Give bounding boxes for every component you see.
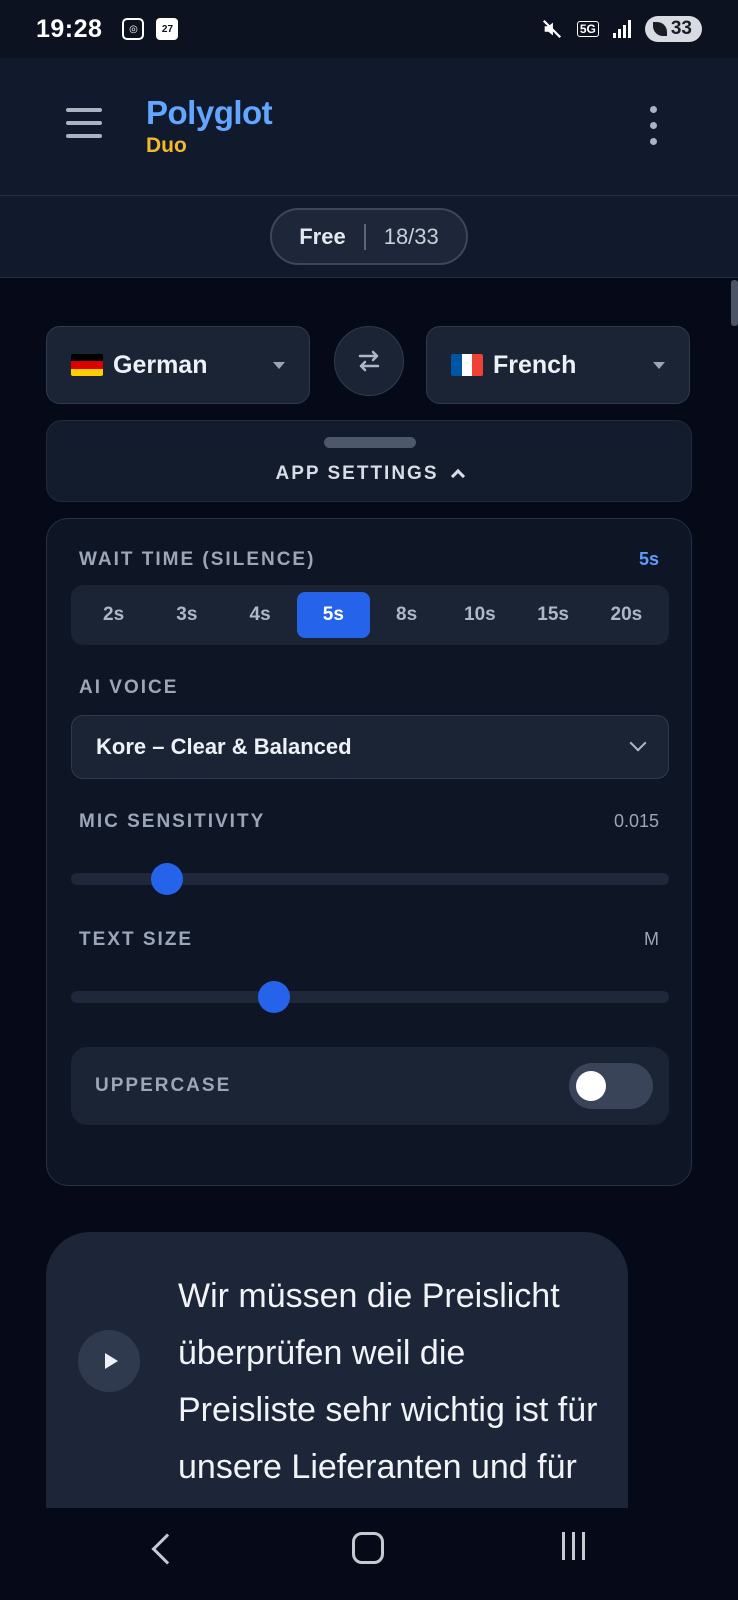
wait-time-option[interactable]: 2s (77, 592, 150, 638)
source-language-select[interactable]: German (46, 326, 310, 404)
slider-thumb[interactable] (150, 863, 183, 895)
plan-bar: Free 18/33 (0, 196, 738, 278)
network-5g-icon: 5G (576, 21, 599, 37)
app-settings-toggle[interactable]: APP SETTINGS (46, 420, 692, 502)
app-settings-label: APP SETTINGS (275, 463, 439, 484)
recent-apps-icon[interactable] (562, 1532, 585, 1560)
uppercase-switch[interactable] (569, 1063, 653, 1109)
play-icon (104, 1353, 118, 1369)
app-bar: Polyglot Duo (0, 58, 738, 196)
text-size-slider[interactable] (71, 981, 669, 1013)
switch-knob (576, 1071, 606, 1101)
calendar-icon: 27 (156, 18, 179, 40)
home-icon[interactable] (352, 1532, 384, 1564)
france-flag-icon (451, 354, 483, 376)
wait-time-option[interactable]: 5s (296, 592, 370, 638)
battery-indicator: 33 (644, 16, 702, 42)
wait-time-option[interactable]: 3s (150, 592, 223, 638)
screenshot-icon: ◎ (122, 18, 145, 40)
play-button[interactable] (78, 1330, 140, 1392)
text-size-label: TEXT SIZE (79, 929, 194, 950)
wait-time-option[interactable]: 10s (443, 592, 516, 638)
transcript-text: Wir müssen die Preislicht überprüfen wei… (178, 1277, 598, 1486)
mute-icon (542, 19, 561, 39)
mic-sensitivity-slider[interactable] (71, 863, 669, 895)
chevron-down-icon (629, 734, 647, 752)
settings-panel: WAIT TIME (SILENCE) 5s 2s 3s 4s 5s 8s 10s 15s 2… (46, 518, 692, 1186)
chevron-up-icon (450, 468, 465, 484)
more-options-icon[interactable] (646, 106, 662, 146)
wait-time-option[interactable]: 8s (370, 592, 443, 638)
uppercase-label: UPPERCASE (95, 1075, 232, 1096)
plan-usage-count: 18/33 (383, 223, 439, 249)
swap-languages-button[interactable] (334, 326, 404, 396)
target-language-select[interactable]: French (426, 326, 690, 404)
transcript-bubble: Wir müssen die Preislicht überprüfen wei… (46, 1232, 628, 1532)
status-bar: 19:28 ◎ 27 5G 33 (0, 0, 738, 58)
system-nav-bar (0, 1508, 738, 1600)
mic-sensitivity-value: 0.015 (613, 811, 659, 831)
plan-usage-pill[interactable]: Free 18/33 (270, 208, 468, 265)
hamburger-menu-icon[interactable] (66, 108, 102, 138)
wait-time-option[interactable]: 20s (590, 592, 663, 638)
dropdown-caret-icon (653, 361, 665, 369)
ai-voice-value: Kore – Clear & Balanced (96, 734, 352, 759)
plan-tier: Free (299, 223, 346, 249)
divider (363, 223, 366, 250)
power-saving-icon (652, 22, 667, 36)
drag-handle[interactable] (324, 437, 416, 448)
uppercase-row: UPPERCASE (71, 1047, 669, 1125)
wait-time-selector: 2s 3s 4s 5s 8s 10s 15s 20s (71, 585, 669, 645)
slider-thumb[interactable] (258, 981, 291, 1013)
swap-arrows-icon (358, 350, 380, 372)
status-time: 19:28 (36, 14, 103, 43)
wait-time-value: 5s (638, 549, 659, 569)
text-size-value: M (644, 929, 659, 949)
source-language-label: German (113, 350, 208, 379)
app-title: Polyglot (146, 94, 273, 131)
wait-time-label: WAIT TIME (SILENCE) (79, 549, 316, 570)
ai-voice-select[interactable]: Kore – Clear & Balanced (71, 715, 669, 779)
germany-flag-icon (71, 354, 103, 376)
battery-level: 33 (670, 18, 692, 39)
target-language-label: French (493, 350, 577, 379)
signal-icon (612, 20, 631, 38)
wait-time-option[interactable]: 4s (224, 592, 297, 638)
scrollbar-thumb[interactable] (731, 280, 738, 326)
wait-time-option[interactable]: 15s (517, 592, 590, 638)
dropdown-caret-icon (273, 361, 285, 369)
ai-voice-label: AI VOICE (79, 677, 179, 698)
mic-sensitivity-label: MIC SENSITIVITY (79, 811, 266, 832)
app-subtitle: Duo (146, 134, 187, 157)
back-icon[interactable] (151, 1533, 183, 1565)
